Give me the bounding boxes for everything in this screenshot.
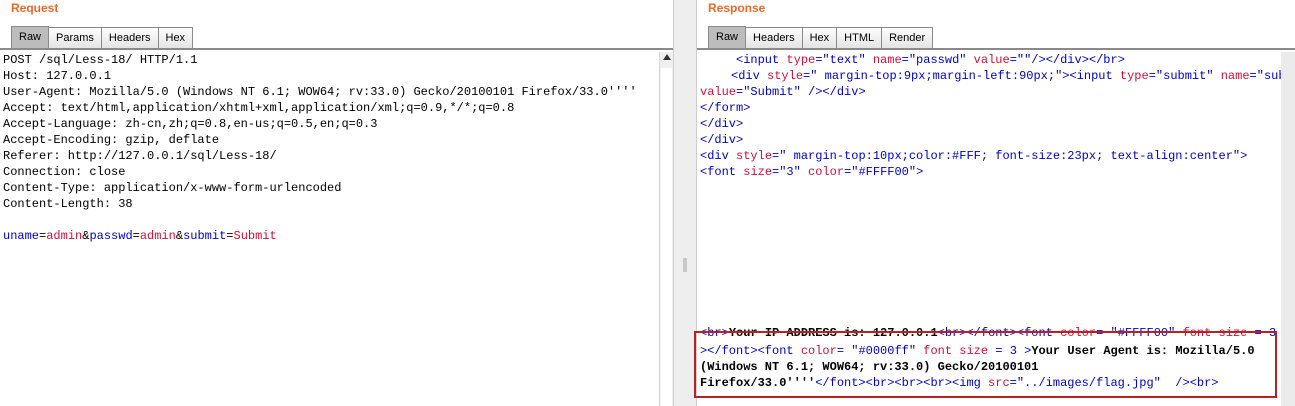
request-tab-headers[interactable]: Headers bbox=[101, 27, 159, 48]
param-value: admin bbox=[139, 229, 176, 243]
response-line: <br>Your IP ADDRESS is: 127.0.0.1<br></f… bbox=[700, 326, 1277, 340]
response-tab-hex[interactable]: Hex bbox=[802, 27, 838, 48]
request-line: Accept-Encoding: gzip, deflate bbox=[3, 133, 220, 147]
response-line: Firefox/33.0''''</font><br><br><br><img … bbox=[700, 376, 1219, 390]
response-tab-render[interactable]: Render bbox=[882, 27, 934, 48]
request-line: Accept-Language: zh-cn,zh;q=0.8,en-us;q=… bbox=[3, 117, 378, 131]
request-line: User-Agent: Mozilla/5.0 (Windows NT 6.1;… bbox=[3, 85, 637, 99]
response-tab-html[interactable]: HTML bbox=[837, 27, 883, 48]
request-tabs: Raw Params Headers Hex bbox=[11, 26, 194, 48]
response-tab-raw[interactable]: Raw bbox=[708, 26, 747, 48]
response-line: ></font><font color= "#0000ff" font size… bbox=[700, 344, 1255, 358]
param-separator: & bbox=[175, 229, 184, 243]
request-line: Connection: close bbox=[3, 165, 126, 179]
request-line: Content-Type: application/x-www-form-url… bbox=[3, 181, 342, 195]
request-body-line: uname=admin&passwd=admin&submit=Submit bbox=[3, 228, 657, 244]
response-line: <input type="text" name="passwd" value="… bbox=[736, 53, 1125, 67]
param-name: passwd bbox=[89, 229, 133, 243]
param-name: uname bbox=[3, 229, 40, 243]
response-line: </div> bbox=[700, 133, 744, 147]
scroll-thumb[interactable] bbox=[661, 68, 672, 406]
scroll-up-arrow-icon[interactable] bbox=[663, 54, 671, 60]
param-value: admin bbox=[46, 229, 83, 243]
response-line: </form> bbox=[700, 101, 751, 115]
request-tab-hex[interactable]: Hex bbox=[158, 27, 194, 48]
response-title: Response bbox=[708, 1, 766, 15]
split-pane-divider[interactable] bbox=[673, 0, 697, 406]
request-scrollbar[interactable] bbox=[659, 52, 674, 406]
request-line: Content-Length: 38 bbox=[3, 197, 133, 211]
param-equals: = bbox=[132, 229, 140, 243]
drag-grip-icon[interactable] bbox=[683, 258, 687, 272]
param-name: submit bbox=[183, 229, 227, 243]
response-scrollbar[interactable] bbox=[1281, 52, 1295, 406]
request-line: Accept: text/html,application/xhtml+xml,… bbox=[3, 101, 515, 115]
request-tab-raw[interactable]: Raw bbox=[11, 26, 50, 48]
response-line: <font size="3" color="#FFFF00"> bbox=[700, 165, 924, 179]
param-equals: = bbox=[226, 229, 234, 243]
response-tab-rule bbox=[697, 48, 1295, 50]
request-line: POST /sql/Less-18/ HTTP/1.1 bbox=[3, 53, 198, 67]
response-highlight-lines: <br>Your IP ADDRESS is: 127.0.0.1<br></f… bbox=[700, 325, 1276, 391]
request-panel: Request Raw Params Headers Hex POST /sql… bbox=[0, 0, 674, 406]
request-tab-params[interactable]: Params bbox=[49, 27, 102, 48]
response-line: </div> bbox=[700, 117, 744, 131]
request-tab-rule bbox=[0, 48, 673, 50]
response-line: <div style=" margin-top:9px;margin-left:… bbox=[731, 69, 1281, 83]
request-blank-line bbox=[3, 212, 657, 228]
request-line: Referer: http://127.0.0.1/sql/Less-18/ bbox=[3, 149, 277, 163]
response-line: <div style=" margin-top:10px;color:#FFF;… bbox=[700, 149, 1248, 163]
response-panel: Response Raw Headers Hex HTML Render <in… bbox=[697, 0, 1295, 406]
request-line: Host: 127.0.0.1 bbox=[3, 69, 112, 83]
request-title: Request bbox=[11, 1, 59, 15]
response-tab-headers[interactable]: Headers bbox=[746, 27, 803, 48]
param-value: Submit bbox=[233, 229, 277, 243]
response-line: (Windows NT 6.1; WOW64; rv:33.0) Gecko/2… bbox=[700, 360, 1039, 374]
response-tabs: Raw Headers Hex HTML Render bbox=[708, 26, 934, 48]
response-line: value="Submit" /></div> bbox=[700, 85, 866, 99]
request-editor[interactable]: POST /sql/Less-18/ HTTP/1.1 Host: 127.0.… bbox=[0, 52, 657, 406]
